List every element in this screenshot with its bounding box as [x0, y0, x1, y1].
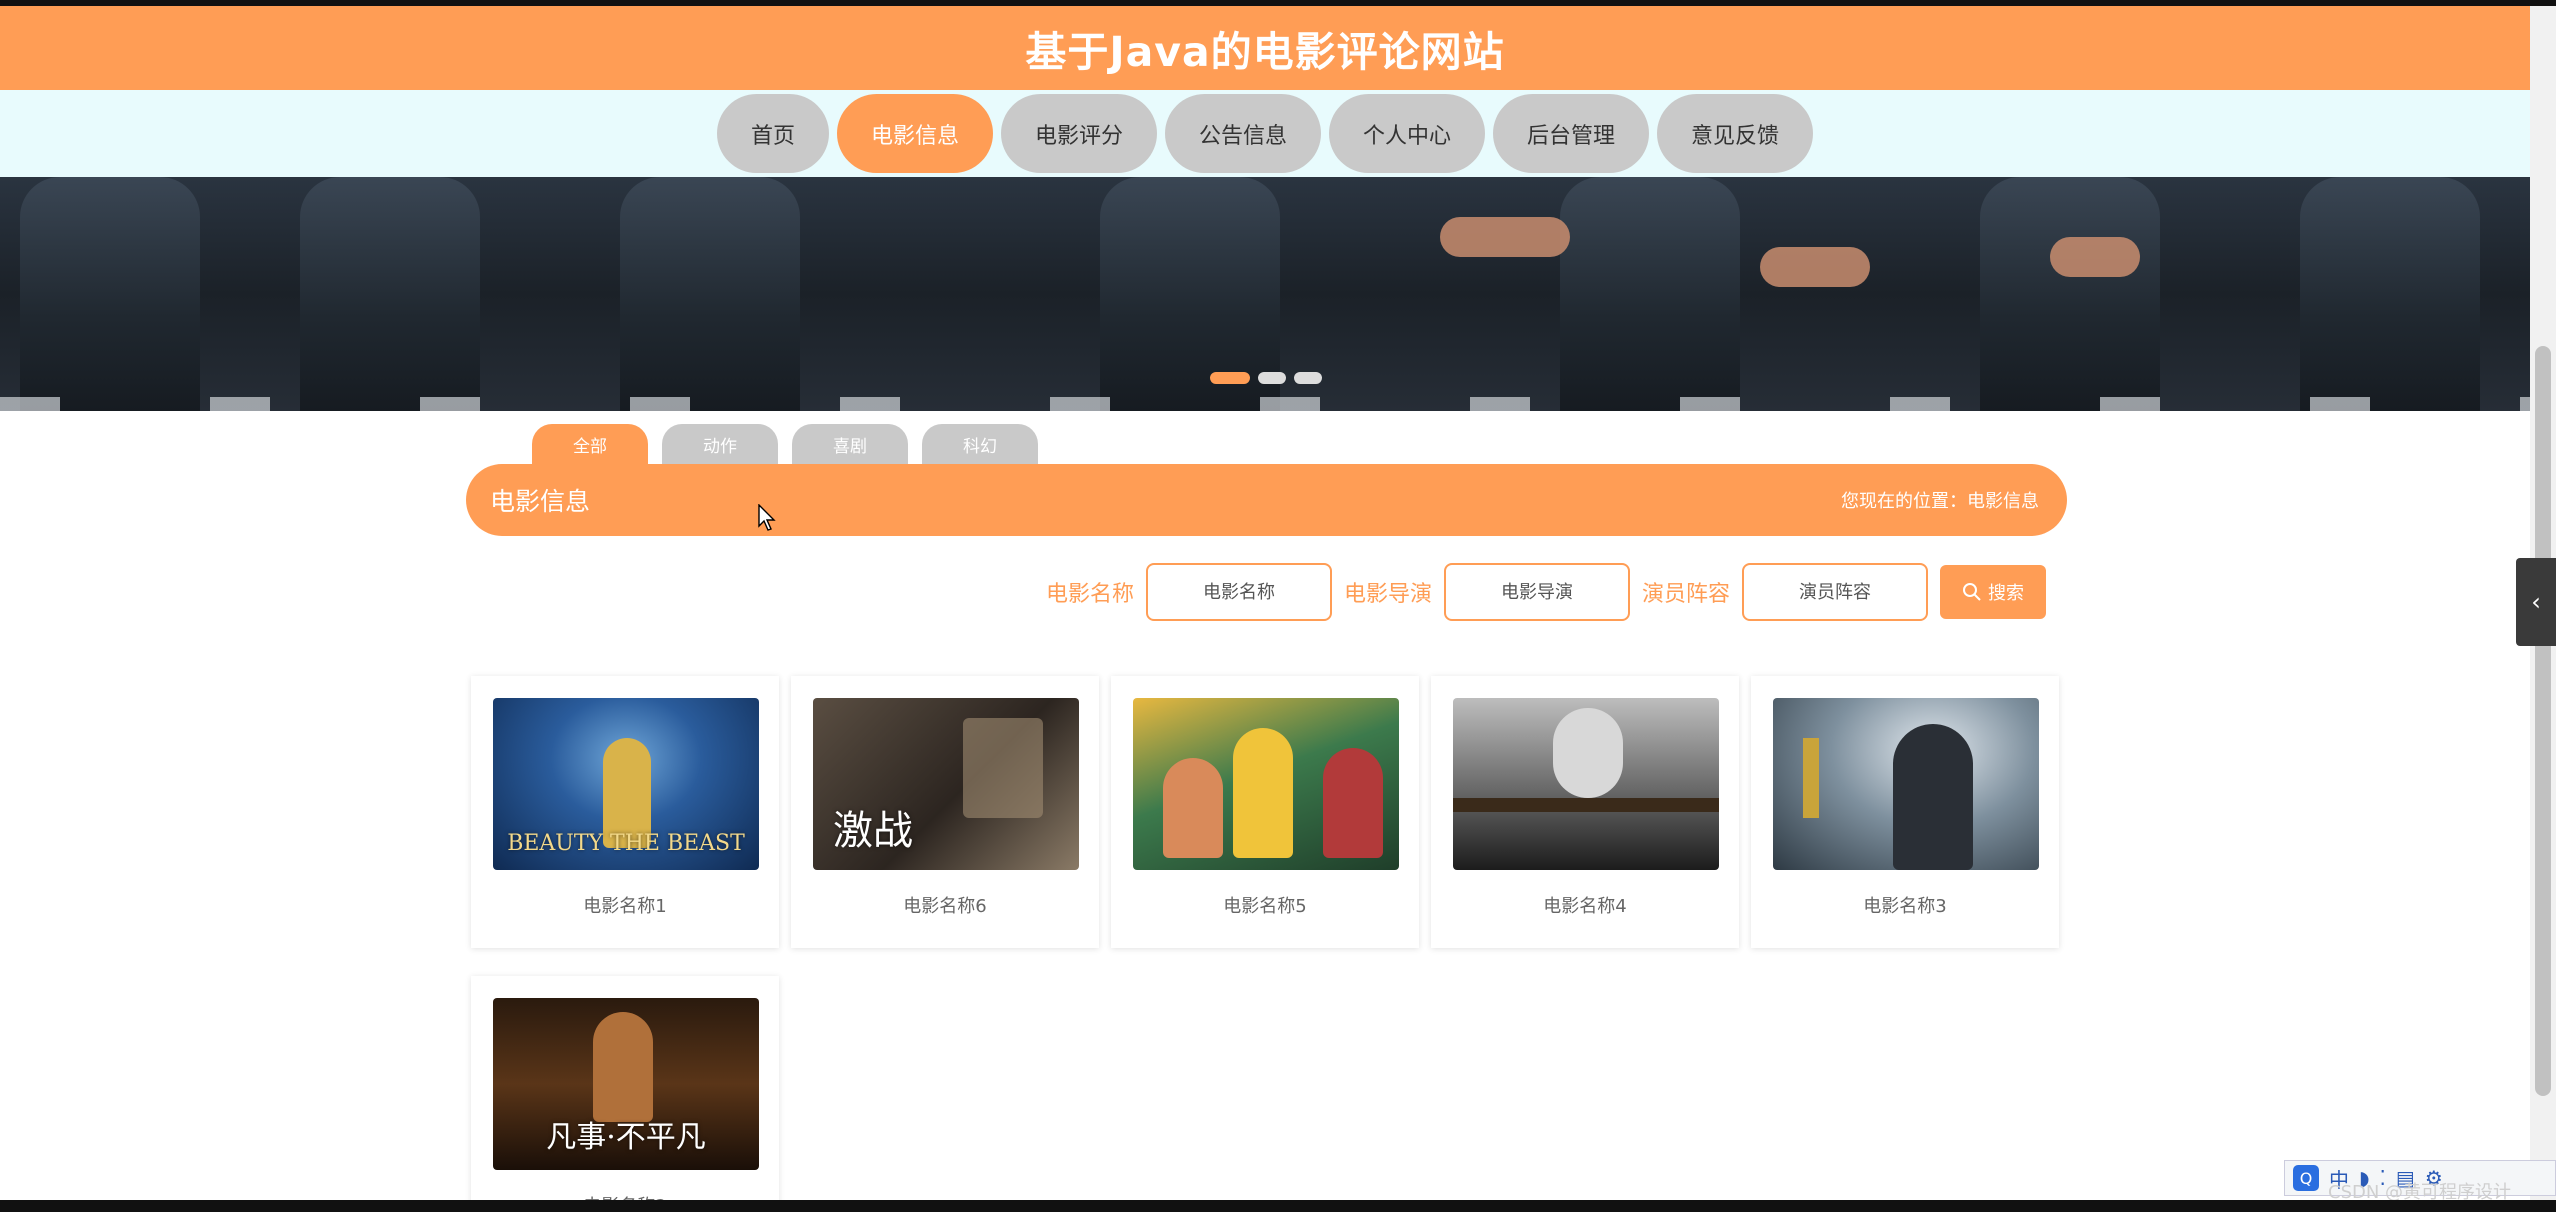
category-tab-comedy[interactable]: 喜剧 [792, 424, 908, 464]
movie-card[interactable]: 凡事·不平凡 电影名称2 [471, 976, 779, 1212]
nav-item-movie-info[interactable]: 电影信息 [836, 94, 993, 173]
movie-poster[interactable]: 凡事·不平凡 [493, 998, 759, 1170]
poster-caption: 激战 [833, 808, 913, 854]
search-button-label: 搜索 [1988, 583, 2025, 604]
movie-title[interactable]: 电影名称4 [1431, 892, 1739, 918]
poster-figure [593, 1012, 653, 1122]
nav-item-home[interactable]: 首页 [716, 94, 829, 173]
carousel-dots [1210, 372, 1322, 384]
cast-input[interactable] [1742, 563, 1929, 621]
site-title: 基于Java的电影评论网站 [1025, 28, 1505, 76]
breadcrumb: 您现在的位置： 电影信息 [1841, 487, 2039, 513]
director-input[interactable] [1444, 563, 1631, 621]
nav-item-announcements[interactable]: 公告信息 [1164, 94, 1321, 173]
movie-title[interactable]: 电影名称1 [471, 892, 779, 918]
category-tab-action[interactable]: 动作 [662, 424, 778, 464]
search-button[interactable]: 搜索 [1940, 565, 2047, 619]
movie-title[interactable]: 电影名称3 [1751, 892, 2059, 918]
banner-figure [2300, 177, 2480, 411]
movie-card[interactable]: 电影名称3 [1751, 676, 2059, 948]
banner-arm [2050, 237, 2140, 277]
poster-figure [1553, 708, 1623, 798]
breadcrumb-current[interactable]: 电影信息 [1967, 487, 2039, 513]
poster-calligraphy [1803, 738, 1819, 818]
poster-caption: BEAUTY THE BEAST [507, 831, 745, 856]
category-tabs: 全部 动作 喜剧 科幻 [532, 424, 1038, 464]
movie-poster[interactable] [1133, 698, 1399, 870]
banner-figure [20, 177, 200, 411]
main-nav: 首页 电影信息 电影评分 公告信息 个人中心 后台管理 意见反馈 [0, 90, 2530, 177]
poster-figure [1233, 728, 1293, 858]
section-bar: 电影信息 您现在的位置： 电影信息 [466, 464, 2067, 536]
banner-arm [1440, 217, 1570, 257]
chevron-left-icon: ‹ [2531, 588, 2541, 616]
movie-title[interactable]: 电影名称5 [1111, 892, 1419, 918]
movie-card[interactable]: 电影名称5 [1111, 676, 1419, 948]
category-tab-all[interactable]: 全部 [532, 424, 648, 464]
poster-figure [1323, 748, 1383, 858]
movie-poster[interactable]: 激战 [813, 698, 1079, 870]
search-icon [1963, 583, 1981, 601]
poster-caption: 凡事·不平凡 [546, 1120, 706, 1155]
cast-label: 演员阵容 [1642, 582, 1731, 607]
movie-poster[interactable] [1773, 698, 2039, 870]
banner-figure [620, 177, 800, 411]
ime-logo-icon: Q [2293, 1165, 2319, 1191]
movie-name-label: 电影名称 [1046, 582, 1135, 607]
window-bottom-border [0, 1200, 2556, 1212]
carousel-dot-3[interactable] [1294, 372, 1322, 384]
banner-figure [1560, 177, 1740, 411]
nav-item-personal-center[interactable]: 个人中心 [1329, 94, 1486, 173]
scrollbar-thumb[interactable] [2535, 346, 2551, 1096]
section-title: 电影信息 [490, 487, 591, 516]
movie-poster[interactable]: BEAUTY THE BEAST [493, 698, 759, 870]
banner-cast-names [0, 397, 2530, 411]
director-label: 电影导演 [1344, 582, 1433, 607]
movie-card[interactable]: 电影名称4 [1431, 676, 1739, 948]
movie-card[interactable]: BEAUTY THE BEAST 电影名称1 [471, 676, 779, 948]
nav-item-movie-rating[interactable]: 电影评分 [1000, 94, 1157, 173]
banner-figure [1980, 177, 2160, 411]
carousel-dot-1[interactable] [1210, 372, 1250, 384]
banner-arm [1760, 247, 1870, 287]
banner-figure [300, 177, 480, 411]
mouse-cursor-icon [758, 504, 776, 531]
poster-figure [1163, 758, 1223, 858]
site-header: 基于Java的电影评论网站 [0, 6, 2530, 90]
carousel-dot-2[interactable] [1258, 372, 1286, 384]
nav-item-feedback[interactable]: 意见反馈 [1657, 94, 1814, 173]
movie-title[interactable]: 电影名称6 [791, 892, 1099, 918]
poster-figure [1893, 724, 1973, 870]
movie-card[interactable]: 激战 电影名称6 [791, 676, 1099, 948]
poster-sword [1453, 798, 1719, 812]
movie-poster[interactable] [1453, 698, 1719, 870]
side-panel-toggle[interactable]: ‹ [2516, 558, 2556, 646]
breadcrumb-prefix: 您现在的位置： [1841, 491, 1967, 512]
banner-carousel[interactable] [0, 177, 2530, 411]
nav-item-admin[interactable]: 后台管理 [1493, 94, 1650, 173]
search-bar: 电影名称 电影导演 演员阵容 搜索 [1046, 563, 2047, 621]
category-tab-scifi[interactable]: 科幻 [922, 424, 1038, 464]
movie-name-input[interactable] [1146, 563, 1333, 621]
